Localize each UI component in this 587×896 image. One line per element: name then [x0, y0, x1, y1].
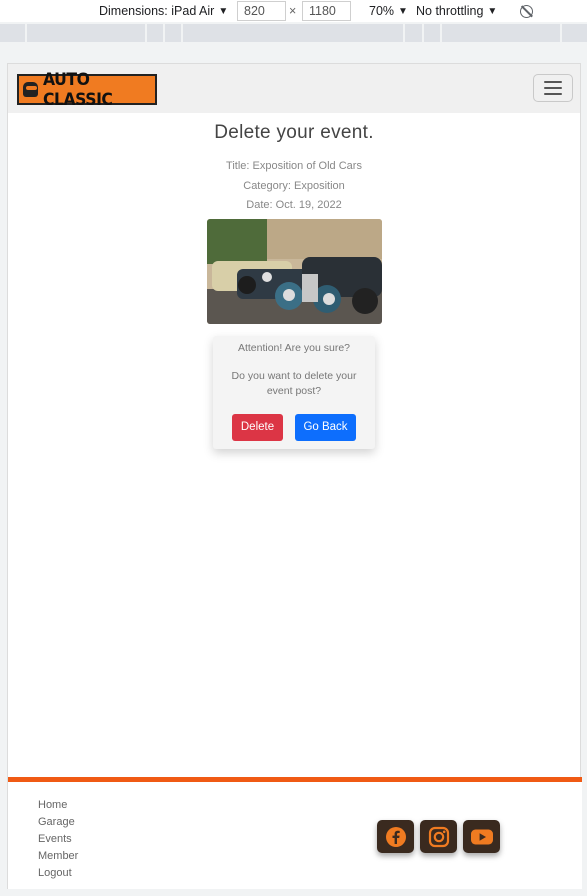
page-title: Delete your event.	[214, 122, 374, 143]
instagram-link[interactable]	[420, 820, 457, 853]
footer-link-home[interactable]: Home	[38, 797, 78, 814]
footer-link-member[interactable]: Member	[38, 848, 78, 865]
delete-confirmation: Attention! Are you sure? Do you want to …	[213, 335, 375, 449]
logo-text: AUTO CLASSIC	[42, 69, 113, 110]
menu-toggle-button[interactable]	[533, 74, 573, 102]
footer-link-logout[interactable]: Logout	[38, 865, 78, 882]
zoom-select[interactable]: 70% ▼	[369, 0, 408, 22]
car-icon	[23, 82, 38, 97]
social-links	[377, 820, 500, 853]
brand-logo[interactable]: AUTO CLASSIC	[17, 70, 157, 110]
hamburger-icon	[544, 81, 562, 83]
zoom-label: 70%	[369, 4, 395, 18]
dimensions-label: Dimensions: iPad Air	[99, 4, 215, 18]
footer-links: Home Garage Events Member Logout	[38, 797, 78, 882]
devtools-toolbar: Dimensions: iPad Air ▼ 820 × 1180 70% ▼ …	[0, 0, 587, 22]
navbar: AUTO CLASSIC	[8, 64, 580, 113]
height-input[interactable]: 1180	[302, 1, 351, 21]
confirm-message: Do you want to delete your event post?	[231, 369, 357, 397]
event-category: Category: Exposition	[243, 179, 345, 192]
chevron-down-icon: ▼	[487, 5, 498, 17]
throttling-select[interactable]: No throttling ▼	[416, 0, 497, 22]
width-input[interactable]: 820	[237, 1, 286, 21]
instagram-icon	[428, 826, 449, 847]
footer-link-garage[interactable]: Garage	[38, 814, 78, 831]
go-back-button[interactable]: Go Back	[295, 413, 356, 441]
youtube-icon	[470, 829, 493, 844]
delete-button[interactable]: Delete	[232, 413, 283, 441]
event-image	[206, 218, 382, 324]
rotate-icon	[520, 4, 533, 18]
media-query-bar[interactable]	[0, 24, 587, 42]
facebook-icon	[385, 826, 406, 847]
throttling-label: No throttling	[416, 4, 484, 18]
youtube-link[interactable]	[463, 820, 500, 853]
times-sign: ×	[289, 4, 297, 18]
rotate-button[interactable]	[520, 0, 533, 22]
footer: Home Garage Events Member Logout	[8, 777, 582, 889]
chevron-down-icon: ▼	[218, 5, 229, 17]
facebook-link[interactable]	[377, 820, 414, 853]
device-select[interactable]: Dimensions: iPad Air ▼	[99, 0, 228, 22]
footer-link-events[interactable]: Events	[38, 831, 78, 848]
page-viewport: AUTO CLASSIC Delete your event. Title: E…	[7, 63, 582, 889]
confirm-question: Attention! Are you sure?	[237, 341, 351, 354]
chevron-down-icon: ▼	[398, 5, 408, 17]
event-date: Date: Oct. 19, 2022	[246, 199, 342, 211]
event-title: Title: Exposition of Old Cars	[226, 160, 362, 172]
